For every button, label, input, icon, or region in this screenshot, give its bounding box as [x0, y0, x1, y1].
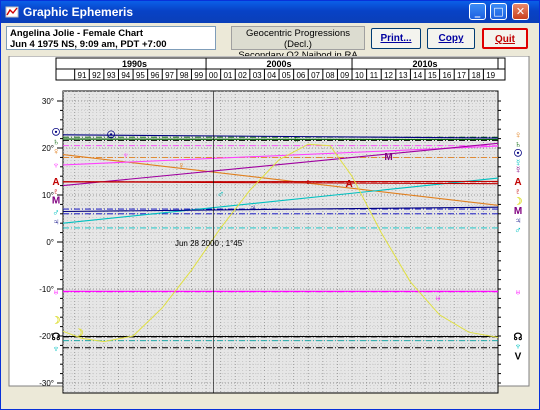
year-label: 15 — [428, 71, 437, 80]
year-label: 05 — [282, 71, 291, 80]
year-label: 09 — [340, 71, 349, 80]
year-label: 10 — [355, 71, 364, 80]
year-label: 13 — [399, 71, 408, 80]
inline-planet-glyph: ♂ — [217, 189, 225, 200]
quit-button[interactable]: Quit — [482, 28, 528, 49]
inline-planet-glyph: ♆ — [122, 151, 130, 162]
maximize-icon: □ — [493, 5, 504, 18]
year-label: 91 — [78, 71, 87, 80]
year-label: 19 — [486, 71, 495, 80]
year-label: 94 — [121, 71, 130, 80]
close-icon: ✕ — [515, 5, 526, 18]
inline-planet-glyph: ☽ — [75, 328, 84, 339]
inline-planet-glyph: ♀ — [177, 160, 185, 171]
print-button[interactable]: Print... — [371, 28, 421, 49]
year-label: 16 — [442, 71, 451, 80]
y-tick-label: 30° — [42, 97, 54, 106]
year-label: 99 — [194, 71, 203, 80]
left-planet-glyph: ♆ — [52, 344, 60, 355]
inline-planet-glyph: ♇ — [304, 177, 312, 188]
left-planet-glyph: ☽ — [52, 316, 61, 327]
y-tick-label: 0° — [46, 238, 54, 247]
year-label: 12 — [384, 71, 393, 80]
year-label: 06 — [296, 71, 305, 80]
inline-planet-glyph: M — [384, 152, 392, 163]
year-label: 17 — [457, 71, 466, 80]
right-planet-glyph: V — [515, 352, 522, 363]
year-label: 02 — [238, 71, 247, 80]
inline-planet-glyph: ☉ — [107, 130, 116, 141]
cursor-date-label: Jun 28 2000 ; 1°45' — [175, 239, 244, 248]
decade-label: 2000s — [267, 59, 292, 69]
year-label: 97 — [165, 71, 174, 80]
y-tick-label: -30° — [39, 379, 54, 388]
year-label: 14 — [413, 71, 422, 80]
year-label: 93 — [107, 71, 116, 80]
window-title: Graphic Ephemeris — [23, 5, 134, 19]
left-planet-glyph: ♆ — [52, 160, 60, 171]
right-planet-glyph: ☿ — [514, 165, 522, 176]
chart-name: Angelina Jolie - Female Chart — [10, 28, 144, 39]
year-label: 08 — [326, 71, 335, 80]
left-planet-glyph: ♃ — [52, 217, 60, 228]
left-planet-glyph: ♅ — [52, 287, 60, 298]
year-label: 95 — [136, 71, 145, 80]
close-button[interactable]: ✕ — [512, 3, 529, 20]
graphic-ephemeris-window: Graphic Ephemeris _ □ ✕ Angelina Jolie -… — [0, 0, 540, 410]
method-box: Geocentric Progressions (Decl.) Secondar… — [231, 26, 365, 61]
inline-planet-glyph: ♅ — [434, 293, 442, 304]
year-label: 98 — [180, 71, 189, 80]
year-label: 03 — [253, 71, 262, 80]
right-planet-glyph: ♅ — [514, 287, 522, 298]
copy-button[interactable]: Copy — [427, 28, 475, 49]
inline-planet-glyph: ♃ — [249, 203, 257, 214]
chart-birth-data: Jun 4 1975 NS, 9:09 am, PDT +7:00 — [10, 39, 167, 50]
app-icon — [5, 6, 19, 18]
decade-label: 2010s — [412, 59, 437, 69]
year-label: 96 — [151, 71, 160, 80]
minimize-icon: _ — [474, 5, 481, 18]
maximize-button[interactable]: □ — [490, 3, 507, 20]
inline-planet-glyph: ♄ — [293, 135, 301, 146]
year-label: 11 — [370, 71, 379, 80]
chart-info-box: Angelina Jolie - Female Chart Jun 4 1975… — [6, 26, 216, 50]
year-label: 01 — [223, 71, 232, 80]
left-planet-glyph: ☊ — [52, 332, 61, 343]
left-planet-glyph: ♀ — [52, 146, 60, 157]
year-label: 07 — [311, 71, 320, 80]
year-label: 92 — [92, 71, 101, 80]
ephemeris-chart[interactable]: 1990s 2000s 2010s 91 92 93 94 95 96 97 98 99 00 01 02 0… — [1, 56, 539, 396]
left-planet-glyph: M — [52, 196, 60, 207]
year-label: 18 — [472, 71, 481, 80]
title-bar[interactable]: Graphic Ephemeris _ □ ✕ — [1, 1, 539, 23]
method-line1: Geocentric Progressions (Decl.) — [245, 28, 351, 50]
minimize-button[interactable]: _ — [469, 3, 486, 20]
year-label: 04 — [267, 71, 276, 80]
year-label: 00 — [209, 71, 218, 80]
decade-label: 1990s — [122, 59, 147, 69]
inline-planet-glyph: A — [345, 179, 352, 190]
right-planet-glyph: ♂ — [514, 225, 522, 236]
